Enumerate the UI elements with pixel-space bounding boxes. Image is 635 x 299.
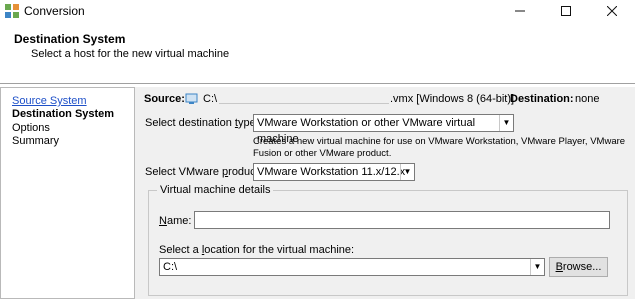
maximize-button[interactable] xyxy=(543,0,589,22)
minimize-button[interactable] xyxy=(497,0,543,22)
destination-value: none xyxy=(575,93,600,105)
vm-location-combo[interactable]: C:\ ▼ xyxy=(159,258,545,276)
nav-item-destination-system: Destination System xyxy=(12,108,115,120)
source-path-prefix: C:\ xyxy=(203,93,218,105)
vm-name-field[interactable] xyxy=(194,211,610,229)
vm-location-label: Select a location for the virtual machin… xyxy=(159,244,355,256)
virtual-machine-icon xyxy=(185,93,198,104)
vm-name-label: Name: xyxy=(159,215,192,227)
page-subtitle: Select a host for the new virtual machin… xyxy=(31,48,230,60)
minimize-icon xyxy=(515,10,525,12)
chevron-down-icon: ▼ xyxy=(530,259,544,275)
source-label: Source: xyxy=(144,93,185,105)
source-path-suffix: .vmx [Windows 8 (64-bit)] xyxy=(390,93,515,105)
chevron-down-icon: ▼ xyxy=(499,115,513,131)
wizard-header: Destination System Select a host for the… xyxy=(0,22,635,84)
nav-item-source-system[interactable]: Source System xyxy=(12,95,87,108)
vm-details-group xyxy=(148,190,628,296)
nav-item-options: Options xyxy=(12,122,50,134)
destination-type-label: Select destination type: xyxy=(145,117,259,129)
close-icon xyxy=(607,6,617,16)
vm-details-legend: Virtual machine details xyxy=(157,184,274,196)
vmware-converter-icon xyxy=(5,4,19,18)
destination-type-description: Creates a new virtual machine for use on… xyxy=(253,136,626,159)
redacted-path-line xyxy=(219,103,389,104)
close-button[interactable] xyxy=(589,0,635,22)
window-title: Conversion xyxy=(24,4,85,18)
vmware-product-value: VMware Workstation 11.x/12.x xyxy=(257,166,406,178)
maximize-icon xyxy=(561,6,571,16)
vmware-product-select[interactable]: VMware Workstation 11.x/12.x ▼ xyxy=(253,163,415,181)
vm-location-value: C:\ xyxy=(163,261,178,273)
nav-item-summary: Summary xyxy=(12,135,60,147)
page-title: Destination System xyxy=(14,32,126,46)
browse-button[interactable]: Browse... xyxy=(549,257,608,277)
chevron-down-icon: ▼ xyxy=(400,164,414,180)
wizard-nav: Source System Destination System Options… xyxy=(0,87,135,299)
title-bar: Conversion xyxy=(0,0,635,22)
main-panel: Source: C:\ .vmx [Windows 8 (64-bit)] De… xyxy=(135,87,635,299)
destination-type-select[interactable]: VMware Workstation or other VMware virtu… xyxy=(253,114,514,145)
vmware-product-label: Select VMware product: xyxy=(145,166,262,178)
destination-label: Destination: xyxy=(510,93,574,105)
